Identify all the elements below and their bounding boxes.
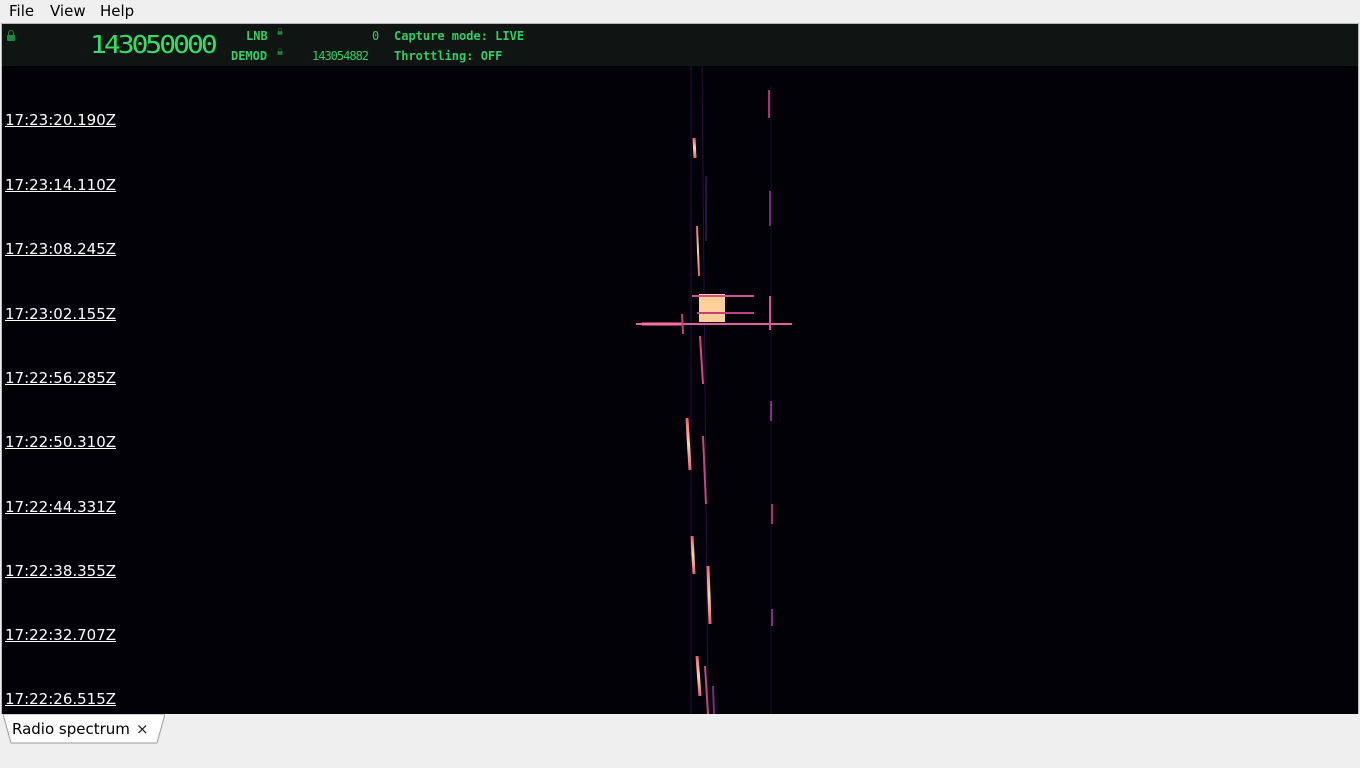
signal-burst <box>712 685 715 714</box>
signal-burst <box>699 335 704 385</box>
tab-label[interactable]: Radio spectrum <box>12 720 130 738</box>
signal-burst <box>690 535 696 575</box>
lnb-lock-icon[interactable] <box>277 28 283 35</box>
tab-bar: Radio spectrum × <box>0 714 1360 768</box>
timestamp-label[interactable]: 17:23:02.155Z <box>5 305 116 323</box>
main-frequency[interactable]: 143050000 <box>90 32 218 57</box>
status-panel: 143050000 LNB 0 DEMOD 143054882 Capture … <box>2 24 1358 66</box>
timestamp-label[interactable]: 17:22:38.355Z <box>5 562 116 580</box>
lnb-label: LNB <box>246 29 268 43</box>
menu-view[interactable]: View <box>50 2 86 20</box>
signal-event-line <box>681 313 684 335</box>
signal-burst <box>685 417 692 471</box>
lnb-value[interactable]: 0 <box>372 29 379 43</box>
menu-view-label: View <box>50 2 86 20</box>
timestamp-label[interactable]: 17:23:20.190Z <box>5 111 116 129</box>
spectrum-frame: 143050000 LNB 0 DEMOD 143054882 Capture … <box>1 23 1359 715</box>
timestamp-label[interactable]: 17:22:32.707Z <box>5 626 116 644</box>
waterfall-signals <box>636 66 792 714</box>
lock-icon <box>7 30 15 41</box>
waterfall-display[interactable]: 17:23:20.190Z 17:23:14.110Z 17:23:08.245… <box>2 66 1358 714</box>
menu-help-label: Help <box>100 2 135 20</box>
menu-file[interactable]: File <box>9 2 34 20</box>
capture-mode: Capture mode: LIVE <box>394 29 525 43</box>
timestamp-label[interactable]: 17:22:44.331Z <box>5 498 116 516</box>
menu-file-label: File <box>9 2 35 20</box>
demod-label: DEMOD <box>231 49 268 63</box>
demod-value[interactable]: 143054882 <box>312 49 369 63</box>
timestamp-label[interactable]: 17:22:26.515Z <box>5 690 116 708</box>
throttling-status: Throttling: OFF <box>394 49 503 63</box>
signal-event <box>699 294 725 322</box>
signal-burst <box>695 655 702 697</box>
menu-help[interactable]: Help <box>100 2 134 20</box>
signal-burst <box>692 137 697 159</box>
timestamp-label[interactable]: 17:23:08.245Z <box>5 240 116 258</box>
signal-burst <box>696 225 700 277</box>
timestamp-label[interactable]: 17:22:50.310Z <box>5 433 116 451</box>
timestamp-label[interactable]: 17:22:56.285Z <box>5 369 116 387</box>
demod-lock-icon[interactable] <box>277 48 283 55</box>
timestamp-label[interactable]: 17:23:14.110Z <box>5 176 116 194</box>
signal-trace <box>701 66 709 714</box>
close-icon[interactable]: × <box>136 720 149 738</box>
menu-bar: File View Help <box>0 0 1360 22</box>
signal-burst <box>706 565 712 625</box>
